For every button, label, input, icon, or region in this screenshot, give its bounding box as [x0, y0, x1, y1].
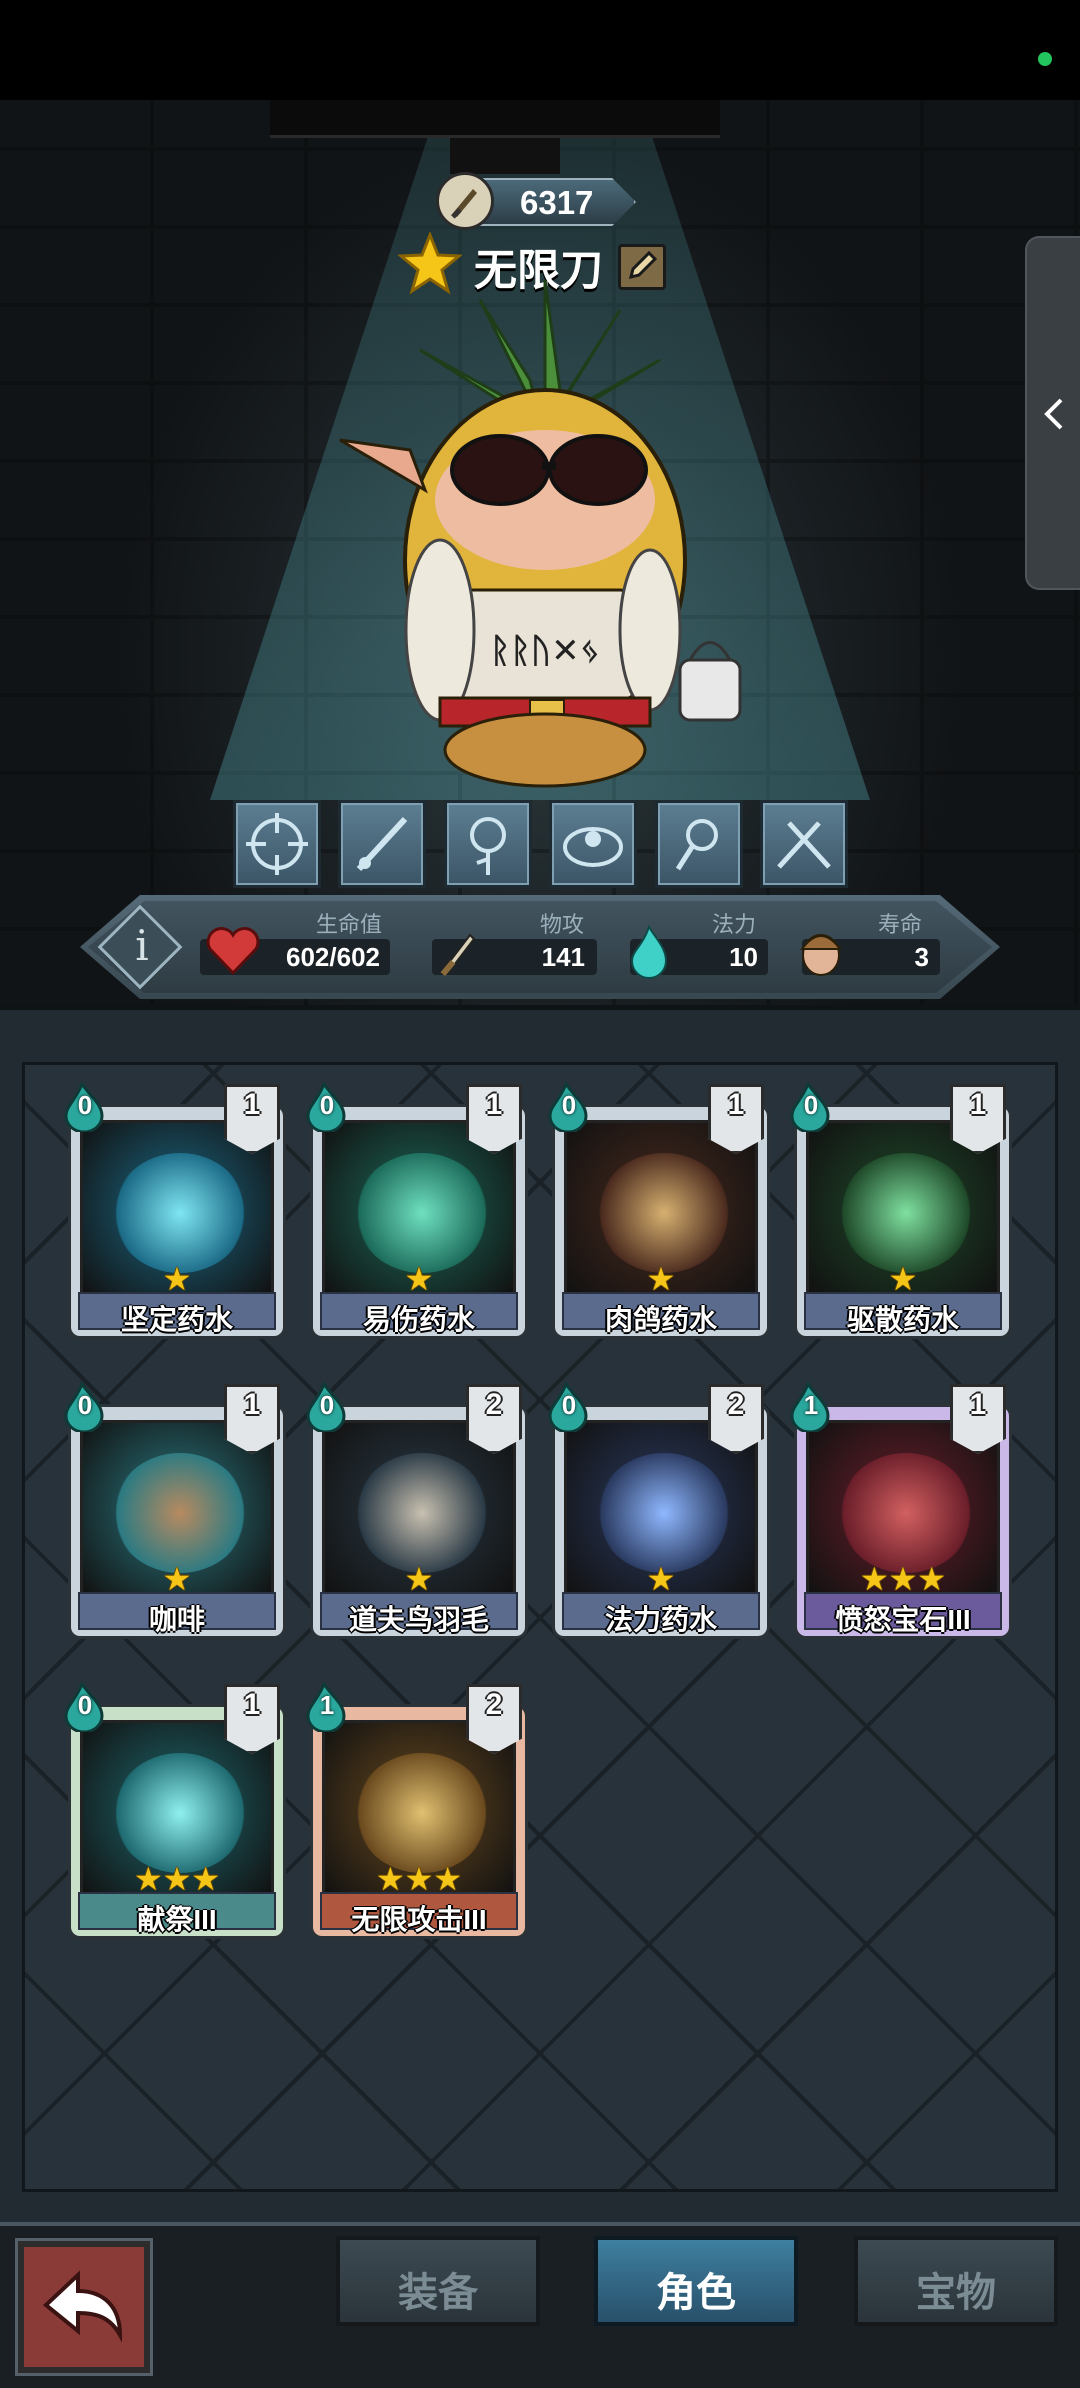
card-star-rating: ★ — [646, 1561, 676, 1597]
card-count: 1 — [243, 1388, 261, 1421]
info-glyph: i — [135, 921, 149, 970]
equipped-skills-row — [233, 800, 848, 890]
card-name: 愤怒宝石III — [835, 1604, 971, 1635]
card-count: 1 — [969, 1388, 987, 1421]
back-button[interactable] — [15, 2238, 153, 2376]
item-card[interactable]: ★ 法力药水 0 2 — [548, 1374, 770, 1639]
bottom-nav-bar: 装备 角色 宝物 — [0, 2222, 1080, 2388]
card-star-rating: ★ — [162, 1261, 192, 1297]
combat-power-badge: 6317 — [436, 172, 636, 230]
card-count: 1 — [243, 1088, 261, 1121]
tab-character-label: 角色 — [656, 2271, 736, 2315]
lifespan-value: 3 — [914, 942, 929, 972]
card-mana-cost: 0 — [803, 1090, 819, 1120]
ceiling-lamp — [270, 100, 720, 174]
item-card[interactable]: ★ 道夫鸟羽毛 0 2 — [306, 1374, 528, 1639]
card-name: 法力药水 — [604, 1604, 717, 1635]
tab-treasure[interactable]: 宝物 — [854, 2236, 1058, 2326]
card-name: 坚定药水 — [120, 1304, 233, 1335]
card-star-rating: ★ — [888, 1261, 918, 1297]
sword-icon — [440, 933, 476, 977]
tab-equipment[interactable]: 装备 — [336, 2236, 540, 2326]
hero-character[interactable]: ᚱᚱᚢ✕ᛃ — [330, 270, 760, 790]
attack-label: 物攻 — [540, 912, 585, 937]
return-arrow-icon — [42, 2270, 123, 2343]
side-panel-toggle[interactable] — [1025, 236, 1080, 590]
svg-text:ᚱᚱᚢ✕ᛃ: ᚱᚱᚢ✕ᛃ — [490, 631, 600, 671]
hero-stats-bar: i 生命值 602/602 物攻 141 法力 10 寿命 3 — [80, 895, 1000, 999]
card-name: 肉鸽药水 — [604, 1304, 717, 1335]
hp-label: 生命值 — [316, 912, 383, 937]
rose-skill-icon[interactable] — [444, 800, 532, 888]
flame-icon — [630, 924, 668, 979]
card-mana-cost: 0 — [77, 1690, 93, 1720]
card-star-rating: ★ — [404, 1261, 434, 1297]
mana-value: 10 — [729, 942, 758, 972]
item-card[interactable]: ★★★ 无限攻击III 1 2 — [306, 1674, 528, 1939]
card-count: 2 — [485, 1688, 503, 1721]
card-name: 驱散药水 — [846, 1304, 959, 1335]
spear-skill-icon[interactable] — [338, 800, 426, 888]
hp-value: 602/602 — [286, 942, 380, 972]
card-count: 1 — [243, 1688, 261, 1721]
crossed-guns-skill-icon[interactable] — [760, 800, 848, 888]
chevron-left-icon — [1044, 398, 1063, 430]
combat-power-value: 6317 — [520, 184, 594, 221]
mana-label: 法力 — [712, 912, 757, 937]
heart-icon — [206, 927, 260, 976]
tab-treasure-label: 宝物 — [916, 2271, 996, 2315]
card-count: 1 — [485, 1088, 503, 1121]
item-card[interactable]: ★ 驱散药水 0 1 — [790, 1074, 1012, 1339]
helmet-face-icon — [800, 934, 842, 976]
item-card[interactable]: ★★★ 献祭III 0 1 — [64, 1674, 286, 1939]
item-card[interactable]: ★ 易伤药水 0 1 — [306, 1074, 528, 1339]
card-mana-cost: 0 — [319, 1090, 335, 1120]
item-card[interactable]: ★ 肉鸽药水 0 1 — [548, 1074, 770, 1339]
lantern-skill-icon[interactable] — [655, 800, 743, 888]
card-mana-cost: 1 — [319, 1690, 335, 1720]
card-star-rating: ★ — [646, 1261, 676, 1297]
card-count: 2 — [727, 1388, 745, 1421]
item-card[interactable]: ★ 咖啡 0 1 — [64, 1374, 286, 1639]
item-card[interactable]: ★★★ 愤怒宝石III 1 1 — [790, 1374, 1012, 1639]
armor-skill-icon[interactable] — [549, 800, 637, 888]
status-indicator-dot — [1038, 52, 1052, 66]
tab-equipment-label: 装备 — [398, 2271, 478, 2315]
card-mana-cost: 0 — [561, 1090, 577, 1120]
card-mana-cost: 0 — [561, 1390, 577, 1420]
card-name: 道夫鸟羽毛 — [348, 1604, 489, 1635]
card-mana-cost: 0 — [77, 1390, 93, 1420]
card-mana-cost: 0 — [77, 1090, 93, 1120]
card-name: 无限攻击III — [351, 1904, 487, 1935]
card-star-rating: ★★★ — [859, 1561, 947, 1597]
card-name: 献祭III — [137, 1904, 217, 1935]
card-count: 2 — [485, 1388, 503, 1421]
card-name: 易伤药水 — [362, 1304, 475, 1335]
lifespan-label: 寿命 — [878, 912, 923, 937]
item-card[interactable]: ★ 坚定药水 0 1 — [64, 1074, 286, 1339]
card-mana-cost: 0 — [319, 1390, 335, 1420]
card-star-rating: ★★★ — [133, 1861, 221, 1897]
card-name: 咖啡 — [148, 1604, 205, 1635]
card-star-rating: ★ — [404, 1561, 434, 1597]
card-count: 1 — [727, 1088, 745, 1121]
tab-character[interactable]: 角色 — [594, 2236, 798, 2326]
card-star-rating: ★★★ — [375, 1861, 463, 1897]
card-count: 1 — [969, 1088, 987, 1121]
target-skill-icon[interactable] — [233, 800, 321, 888]
status-bar — [0, 0, 1080, 100]
sword-power-icon — [436, 172, 494, 230]
card-star-rating: ★ — [162, 1561, 192, 1597]
card-mana-cost: 1 — [803, 1390, 819, 1420]
attack-value: 141 — [541, 942, 585, 972]
